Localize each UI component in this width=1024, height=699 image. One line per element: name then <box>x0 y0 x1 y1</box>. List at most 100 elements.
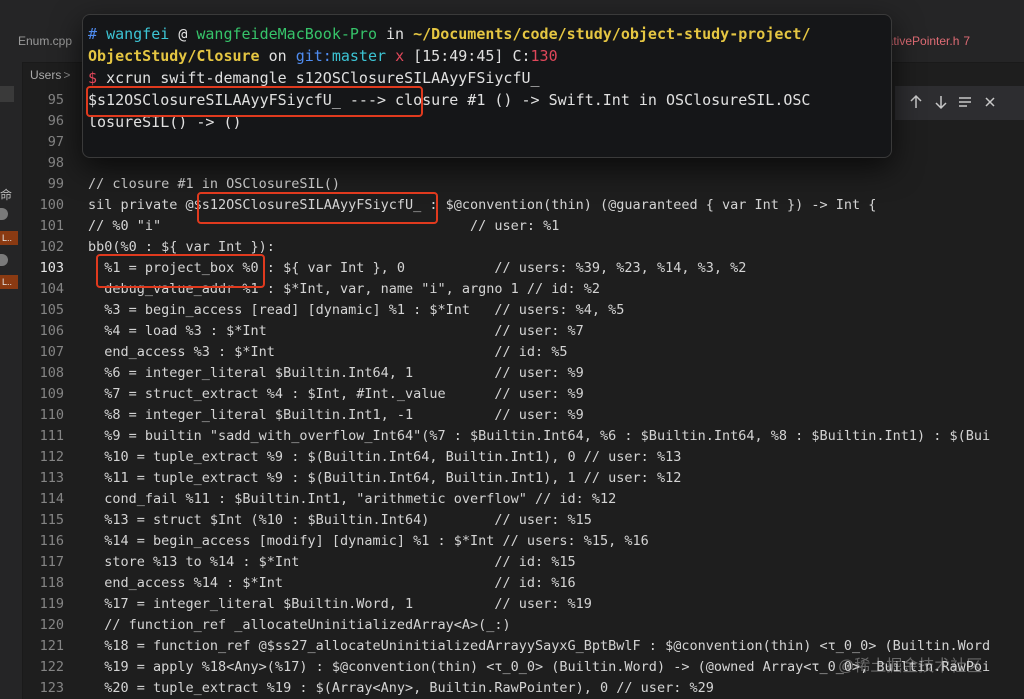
line-number: 95 <box>47 92 64 108</box>
code-text: %7 = struct_extract %4 : $Int, #Int._val… <box>88 386 584 402</box>
code-line[interactable]: 115 %13 = struct $Int (%10 : $Builtin.In… <box>22 510 1024 531</box>
code-text: %3 = begin_access [read] [dynamic] %1 : … <box>88 302 625 318</box>
arrow-up-icon[interactable] <box>909 94 923 114</box>
line-number: 122 <box>39 659 64 675</box>
line-number: 99 <box>47 176 64 192</box>
sidebar-badge[interactable]: L.. <box>0 275 18 289</box>
line-number: 105 <box>39 302 64 318</box>
prompt-exit-code: 130 <box>530 47 558 65</box>
prompt-path-cont: ObjectStudy/Closure <box>88 47 260 65</box>
line-number: 108 <box>39 365 64 381</box>
code-line[interactable]: 107 end_access %3 : $*Int // id: %5 <box>22 342 1024 363</box>
code-line[interactable]: 114 cond_fail %11 : $Builtin.Int1, "arit… <box>22 489 1024 510</box>
line-number: 106 <box>39 323 64 339</box>
code-text: %13 = struct $Int (%10 : $Builtin.Int64)… <box>88 512 592 528</box>
line-number: 96 <box>47 113 64 129</box>
line-number: 112 <box>39 449 64 465</box>
line-number: 104 <box>39 281 64 297</box>
code-text: end_access %14 : $*Int // id: %16 <box>88 575 576 591</box>
code-text: // function_ref _allocateUninitializedAr… <box>88 617 511 633</box>
prompt-branch: master <box>331 47 387 65</box>
chevron-right-icon: > <box>63 68 71 82</box>
prompt-path: ~/Documents/code/study/object-study-proj… <box>413 25 811 43</box>
tab-label: lativePointer.h <box>884 34 960 48</box>
line-number: 113 <box>39 470 64 486</box>
breadcrumb-users[interactable]: Users <box>30 68 61 82</box>
code-line[interactable]: 120 // function_ref _allocateUninitializ… <box>22 615 1024 636</box>
line-number: 114 <box>39 491 64 507</box>
line-number: 98 <box>47 155 64 171</box>
code-line[interactable]: 111 %9 = builtin "sadd_with_overflow_Int… <box>22 426 1024 447</box>
sidebar-glyph: 命 <box>0 188 13 202</box>
find-in-selection-icon[interactable] <box>957 94 973 114</box>
code-line[interactable]: 105 %3 = begin_access [read] [dynamic] %… <box>22 300 1024 321</box>
line-number: 115 <box>39 512 64 528</box>
code-line[interactable]: 101// %0 "i" // user: %1 <box>22 216 1024 237</box>
prompt-at: @ <box>178 25 188 43</box>
breadcrumb[interactable]: Users > <box>30 68 70 82</box>
activity-sidebar: 命 L.. L.. <box>0 62 23 699</box>
prompt-dirty: x <box>395 47 405 65</box>
code-line[interactable]: 123 %20 = tuple_extract %19 : $(Array<An… <box>22 678 1024 699</box>
code-line[interactable]: 113 %11 = tuple_extract %9 : $(Builtin.I… <box>22 468 1024 489</box>
prompt-on: on <box>268 47 287 65</box>
code-text: %8 = integer_literal $Builtin.Int1, -1 /… <box>88 407 584 423</box>
code-line[interactable]: 119 %17 = integer_literal $Builtin.Word,… <box>22 594 1024 615</box>
code-text: %17 = integer_literal $Builtin.Word, 1 /… <box>88 596 592 612</box>
annotation-box-project-box <box>96 254 265 288</box>
code-line[interactable]: 100 sil private @$s12OSClosureSILAAyyFSiy… <box>22 195 1024 216</box>
annotation-box-terminal-symbol <box>86 86 423 117</box>
code-text: %14 = begin_access [modify] [dynamic] %1… <box>88 533 649 549</box>
code-line[interactable]: 108 %6 = integer_literal $Builtin.Int64,… <box>22 363 1024 384</box>
sidebar-dot <box>0 254 8 266</box>
sidebar-dot <box>0 208 8 220</box>
code-line[interactable]: 117 store %13 to %14 : $*Int // id: %15 <box>22 552 1024 573</box>
code-text: %11 = tuple_extract %9 : $(Builtin.Int64… <box>88 470 682 486</box>
annotation-box-sil-symbol <box>197 192 438 224</box>
code-text: end_access %3 : $*Int // id: %5 <box>88 344 568 360</box>
tab-relative-pointer-h[interactable]: lativePointer.h 7 <box>884 34 970 48</box>
prompt-dollar: $ <box>88 69 98 87</box>
line-number: 103 <box>39 260 64 276</box>
prompt-git: git: <box>295 47 332 65</box>
line-number: 111 <box>39 428 64 444</box>
code-text: %9 = builtin "sadd_with_overflow_Int64"(… <box>88 428 991 444</box>
code-line[interactable]: 106 %4 = load %3 : $*Int // user: %7 <box>22 321 1024 342</box>
code-text: %10 = tuple_extract %9 : $(Builtin.Int64… <box>88 449 682 465</box>
code-line[interactable]: 109 %7 = struct_extract %4 : $Int, #Int.… <box>22 384 1024 405</box>
line-number: 101 <box>39 218 64 234</box>
code-text: store %13 to %14 : $*Int // id: %15 <box>88 554 576 570</box>
prompt-hash: # <box>88 25 98 43</box>
line-number: 121 <box>39 638 64 654</box>
code-line[interactable]: 112 %10 = tuple_extract %9 : $(Builtin.I… <box>22 447 1024 468</box>
code-line[interactable]: 99// closure #1 in OSClosureSIL() <box>22 174 1024 195</box>
code-text: %20 = tuple_extract %19 : $(Array<Any>, … <box>88 680 714 696</box>
terminal-command: xcrun swift-demangle s12OSClosureSILAAyy… <box>106 69 540 87</box>
line-number: 120 <box>39 617 64 633</box>
code-text: cond_fail %11 : $Builtin.Int1, "arithmet… <box>88 491 617 507</box>
code-line[interactable]: 116 %14 = begin_access [modify] [dynamic… <box>22 531 1024 552</box>
line-number: 117 <box>39 554 64 570</box>
sidebar-badge[interactable]: L.. <box>0 231 18 245</box>
prompt-host: wangfeideMacBook-Pro <box>196 25 377 43</box>
tab-enum-cpp[interactable]: Enum.cpp <box>18 34 72 48</box>
line-number: 97 <box>47 134 64 150</box>
prompt-user: wangfei <box>106 25 170 43</box>
line-number: 107 <box>39 344 64 360</box>
terminal-prompt-line: # wangfei @ wangfeideMacBook-Pro in ~/Do… <box>88 23 810 45</box>
find-widget <box>895 86 1024 120</box>
prompt-time: [15:49:45] <box>413 47 504 65</box>
arrow-down-icon[interactable] <box>934 94 948 114</box>
close-icon[interactable] <box>983 94 997 114</box>
sidebar-selection[interactable] <box>0 86 14 102</box>
terminal-output-rest: closure #1 () -> Swift.Int in OSClosureS… <box>395 91 811 109</box>
code-line[interactable]: 110 %8 = integer_literal $Builtin.Int1, … <box>22 405 1024 426</box>
code-line[interactable]: 118 end_access %14 : $*Int // id: %16 <box>22 573 1024 594</box>
line-number: 110 <box>39 407 64 423</box>
prompt-exit-label: C: <box>512 47 531 65</box>
problem-count-badge: 7 <box>963 34 971 48</box>
terminal-prompt-line-2: ObjectStudy/Closure on git:master x [15:… <box>88 45 558 67</box>
line-number: 123 <box>39 680 64 696</box>
line-number: 119 <box>39 596 64 612</box>
watermark: @稀土掘金技术社区 <box>838 658 983 675</box>
